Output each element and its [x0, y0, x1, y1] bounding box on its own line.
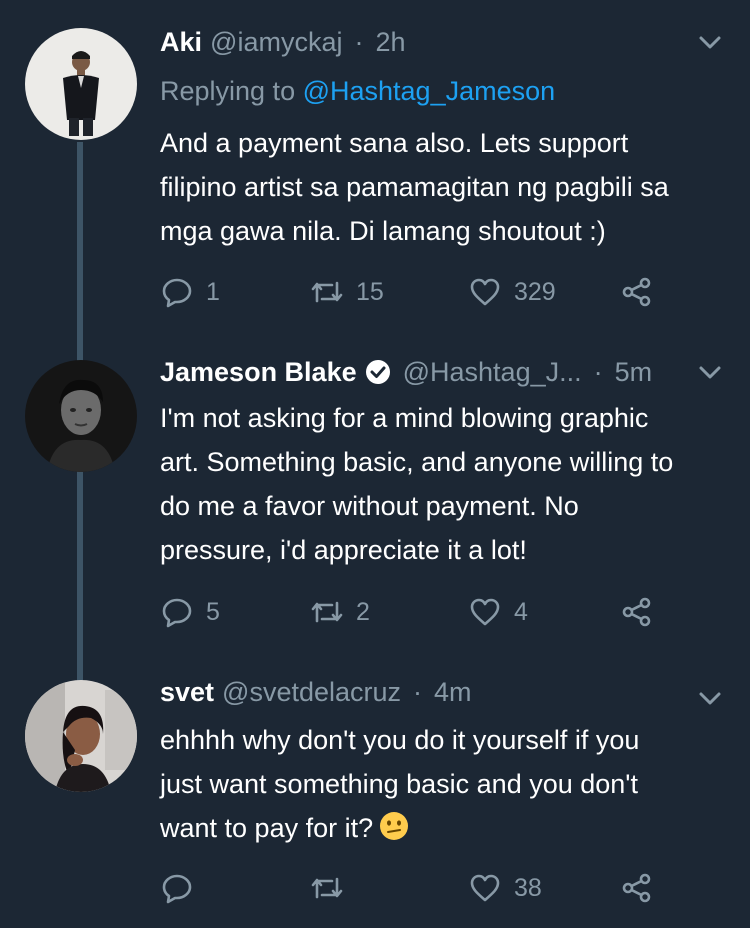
avatar[interactable]: [25, 28, 137, 140]
separator-dot: ·: [593, 356, 603, 387]
like-count: 38: [514, 873, 542, 902]
share-icon: [620, 595, 654, 629]
tweet-text-line: art. Something basic, and anyone willing…: [160, 447, 674, 477]
like-button[interactable]: 329: [468, 272, 556, 312]
author-name[interactable]: Aki: [160, 27, 202, 58]
tweet-text-line: mga gawa nila. Di lamang shoutout :): [160, 216, 606, 246]
author-name[interactable]: Jameson Blake: [160, 357, 357, 388]
avatar[interactable]: [25, 360, 137, 472]
confused-face-emoji-icon: [379, 811, 409, 841]
author-handle[interactable]: @Hashtag_J...: [403, 357, 582, 388]
replying-to-link[interactable]: @Hashtag_Jameson: [303, 76, 556, 106]
tweet-text: And a payment sana also. Lets support fi…: [160, 121, 735, 253]
retweet-icon: [310, 275, 344, 309]
tweet-text-line-content: want to pay for it?: [160, 813, 374, 843]
share-icon: [620, 871, 654, 905]
separator-dot: ·: [354, 26, 364, 57]
reply-button[interactable]: 1: [160, 272, 220, 312]
tweet-actions: 5 2 4: [0, 592, 750, 632]
reply-count: 5: [206, 597, 220, 626]
heart-icon: [468, 595, 502, 629]
chevron-down-icon[interactable]: [696, 28, 724, 56]
tweet-actions: 38: [0, 868, 750, 908]
chevron-down-icon[interactable]: [696, 358, 724, 386]
retweet-button[interactable]: [310, 868, 356, 908]
reply-icon: [160, 871, 194, 905]
reply-button[interactable]: [160, 868, 206, 908]
like-button[interactable]: 4: [468, 592, 528, 632]
tweet-text-line: want to pay for it?: [160, 806, 735, 850]
author-handle[interactable]: @iamyckaj: [210, 27, 342, 58]
retweet-count: 2: [356, 597, 370, 626]
replying-to: Replying to @Hashtag_Jameson: [160, 76, 555, 107]
reply-icon: [160, 275, 194, 309]
tweet-text-line: just want something basic and you don't: [160, 769, 638, 799]
share-button[interactable]: [620, 868, 654, 908]
retweet-icon: [310, 871, 344, 905]
retweet-icon: [310, 595, 344, 629]
tweet-text: ehhhh why don't you do it yourself if yo…: [160, 718, 735, 850]
share-button[interactable]: [620, 272, 654, 312]
tweet-text-line: pressure, i'd appreciate it a lot!: [160, 535, 527, 565]
like-count: 329: [514, 277, 556, 306]
tweet-text-line: filipino artist sa pamamagitan ng pagbil…: [160, 172, 669, 202]
replying-prefix: Replying to: [160, 76, 303, 106]
timestamp[interactable]: 2h: [375, 27, 405, 58]
thread-line: [77, 142, 83, 372]
separator-dot: ·: [413, 676, 423, 707]
avatar[interactable]: [25, 680, 137, 792]
heart-icon: [468, 871, 502, 905]
reply-button[interactable]: 5: [160, 592, 220, 632]
like-button[interactable]: 38: [468, 868, 542, 908]
share-button[interactable]: [620, 592, 654, 632]
tweet-text-line: I'm not asking for a mind blowing graphi…: [160, 403, 649, 433]
retweet-button[interactable]: 15: [310, 272, 384, 312]
like-count: 4: [514, 597, 528, 626]
reply-count: 1: [206, 277, 220, 306]
retweet-button[interactable]: 2: [310, 592, 370, 632]
chevron-down-icon[interactable]: [696, 684, 724, 712]
reply-icon: [160, 595, 194, 629]
timestamp[interactable]: 5m: [615, 357, 653, 388]
timestamp[interactable]: 4m: [434, 677, 472, 708]
tweet-text-line: do me a favor without payment. No: [160, 491, 579, 521]
heart-icon: [468, 275, 502, 309]
tweet-text-line: And a payment sana also. Lets support: [160, 128, 629, 158]
share-icon: [620, 275, 654, 309]
author-handle[interactable]: @svetdelacruz: [222, 677, 401, 708]
retweet-count: 15: [356, 277, 384, 306]
tweet-text-line: ehhhh why don't you do it yourself if yo…: [160, 725, 640, 755]
author-name[interactable]: svet: [160, 677, 214, 708]
tweet-actions: 1 15 329: [0, 272, 750, 312]
verified-badge-icon: [365, 359, 391, 385]
thread-line: [77, 470, 83, 682]
tweet-text: I'm not asking for a mind blowing graphi…: [160, 396, 735, 572]
